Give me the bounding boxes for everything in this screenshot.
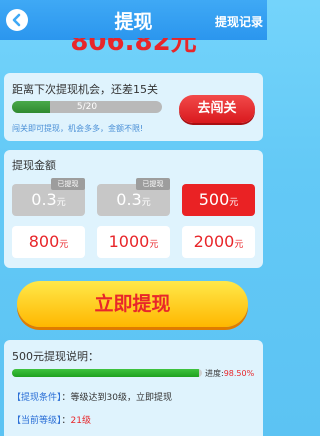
amount-option-value: 2000 bbox=[193, 232, 235, 251]
level-sep: ： bbox=[61, 416, 71, 426]
explain-progress-fill bbox=[12, 369, 200, 377]
amount-option-selected[interactable]: 500元 bbox=[182, 184, 255, 216]
condition-label: 【提现条件】 bbox=[12, 393, 62, 403]
balance-amount-text: 806.82元 bbox=[70, 38, 197, 57]
balance-amount: 806.82元 bbox=[0, 38, 267, 64]
top-bar: 提现 提现记录 bbox=[0, 0, 267, 40]
explain-label: 500元提现说明： bbox=[12, 350, 99, 363]
amount-option-unit: 元 bbox=[229, 198, 239, 208]
withdraw-explain-card: 500元提现说明： 进度:98.50% 【提现条件】：等级达到30级，立即提现 … bbox=[4, 340, 263, 436]
next-chance-hint: 闯关即可提现，机会多多，金额不限! bbox=[12, 124, 144, 133]
amount-option-unit: 元 bbox=[141, 198, 151, 208]
amount-option[interactable]: 2000元 bbox=[182, 226, 255, 258]
amount-option-unit: 元 bbox=[149, 240, 159, 250]
explain-progress-prefix: 进度: bbox=[205, 369, 224, 378]
amount-option[interactable]: 800元 bbox=[12, 226, 85, 258]
explain-progress-bar bbox=[12, 369, 202, 377]
amount-option-value: 0.3 bbox=[31, 190, 57, 209]
level-progress-bar: 5/20 bbox=[12, 101, 162, 113]
current-level: 【当前等级】：21级 bbox=[12, 413, 91, 426]
amount-option[interactable]: 0.3元 已提现 bbox=[12, 178, 85, 216]
withdraw-now-button[interactable]: 立即提现 bbox=[17, 281, 248, 327]
withdrawn-tag: 已提现 bbox=[136, 178, 170, 190]
amount-option-unit: 元 bbox=[59, 240, 69, 250]
condition-text: ：等级达到30级，立即提现 bbox=[61, 393, 172, 403]
explain-progress-label: 进度:98.50% bbox=[205, 368, 254, 379]
explain-progress-value: 98.50% bbox=[223, 369, 255, 378]
amount-option-value: 1000 bbox=[108, 232, 150, 251]
amount-option-value: 500 bbox=[198, 190, 230, 209]
withdraw-condition: 【提现条件】：等级达到30级，立即提现 bbox=[12, 390, 172, 403]
withdrawn-tag: 已提现 bbox=[51, 178, 85, 190]
amount-option-unit: 元 bbox=[56, 198, 66, 208]
amount-option-value: 800 bbox=[28, 232, 60, 251]
withdraw-amount-label: 提现金额 bbox=[12, 159, 56, 172]
withdraw-amount-card: 提现金额 0.3元 已提现 0.3元 已提现 500元 800元 1000元 2… bbox=[4, 150, 263, 268]
withdraw-history-link[interactable]: 提现记录 bbox=[215, 13, 263, 30]
next-chance-card: 距离下次提现机会，还差15关 5/20 去闯关 闯关即可提现，机会多多，金额不限… bbox=[4, 73, 263, 141]
level-label: 【当前等级】 bbox=[12, 416, 62, 426]
amount-option[interactable]: 0.3元 已提现 bbox=[97, 178, 170, 216]
amount-option-value: 0.3 bbox=[116, 190, 142, 209]
next-chance-tip: 距离下次提现机会，还差15关 bbox=[12, 83, 158, 96]
level-progress-text: 5/20 bbox=[76, 102, 98, 112]
level-value: 21级 bbox=[70, 416, 91, 426]
amount-option[interactable]: 1000元 bbox=[97, 226, 170, 258]
go-challenge-button[interactable]: 去闯关 bbox=[179, 95, 255, 123]
amount-option-unit: 元 bbox=[234, 240, 244, 250]
